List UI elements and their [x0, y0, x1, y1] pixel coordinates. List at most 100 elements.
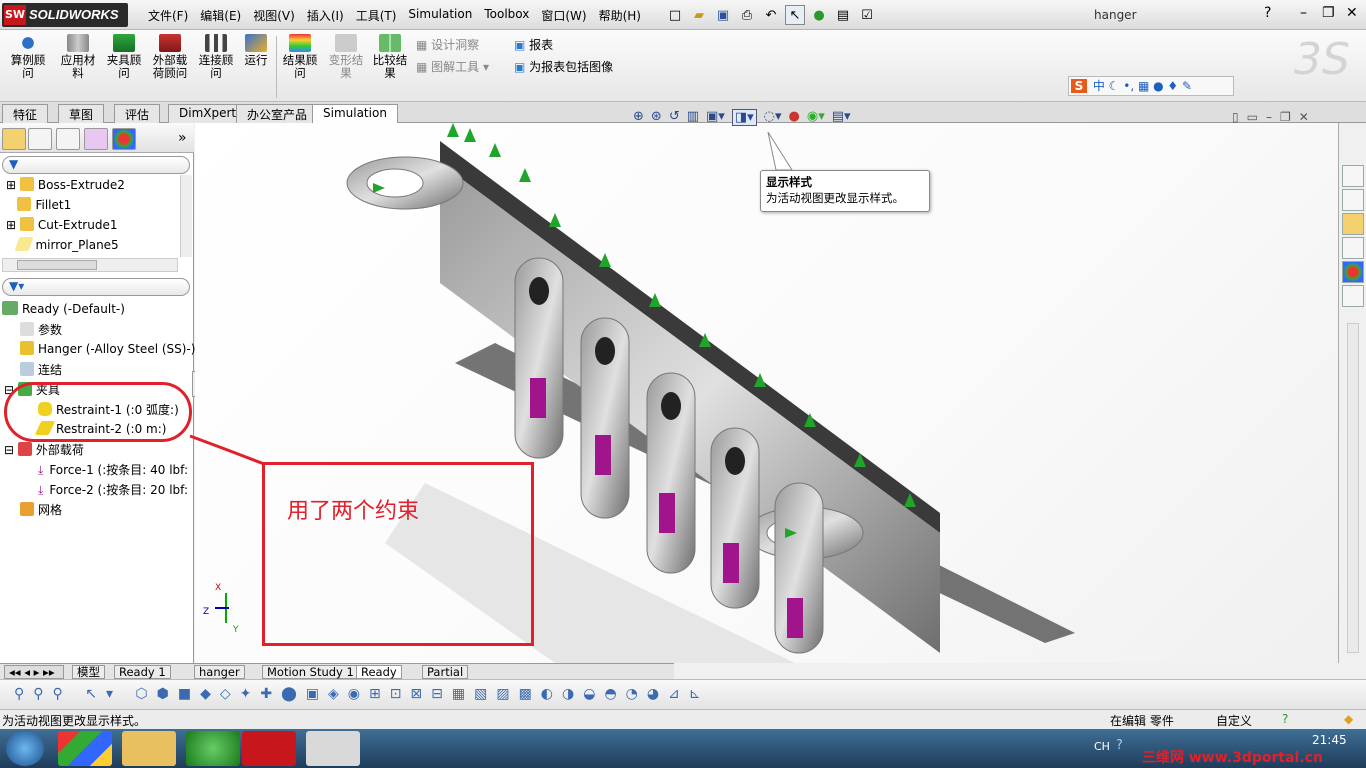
traffic-light-icon[interactable]: ● — [809, 5, 829, 25]
tab-evaluate[interactable]: 评估 — [114, 104, 161, 123]
fixtures-advisor-button[interactable]: 夹具顾 问 — [102, 34, 146, 80]
tree-item-cut-extrude1[interactable]: ⊞ Cut-Extrude1 — [6, 217, 117, 237]
status-custom[interactable]: 自定义 — [1216, 712, 1252, 729]
study-advisor-button[interactable]: 算例顾 问 — [6, 34, 50, 80]
sim-filter-field[interactable]: ▼▾ — [2, 278, 190, 296]
tree-horizontal-scrollbar[interactable] — [2, 258, 178, 272]
print-icon[interactable]: ⎙ — [737, 5, 757, 25]
custom-properties-icon[interactable] — [1342, 285, 1364, 307]
tab-scroll-arrows[interactable]: ◂◂ ◂ ▸ ▸▸ — [4, 665, 64, 679]
browser-icon[interactable] — [186, 731, 240, 766]
config-manager-tab-icon[interactable] — [56, 128, 80, 150]
tab-ready-1[interactable]: Ready 1 — [114, 665, 171, 679]
deformed-result-button[interactable]: 变形结 果 — [324, 34, 368, 80]
study-connections[interactable]: 连结 — [20, 361, 62, 381]
study-external-loads[interactable]: ⊟ 外部载荷 — [4, 441, 84, 461]
display-style-icon[interactable]: ◨▾ — [731, 109, 757, 126]
hide-show-icon[interactable]: ◌▾ — [764, 109, 782, 126]
connections-button[interactable]: 连接顾 问 — [194, 34, 238, 80]
apply-scene-icon[interactable]: ◉▾ — [807, 109, 825, 126]
scroll-thumb[interactable] — [17, 260, 97, 270]
viewport-minimize-icon[interactable]: – — [1266, 110, 1272, 124]
view-orientation-icon[interactable]: ▣▾ — [706, 109, 725, 126]
study-root[interactable]: Ready (-Default-) — [2, 301, 125, 321]
filter-field[interactable]: ▼ — [2, 156, 190, 174]
design-library-icon[interactable] — [1342, 189, 1364, 211]
tab-simulation[interactable]: Simulation — [312, 104, 398, 124]
tree-item-mirror-plane5[interactable]: mirror_Plane5 — [6, 237, 119, 257]
viewport-split2-icon[interactable]: ▭ — [1247, 110, 1258, 124]
tab-motion-study-1[interactable]: Motion Study 1 — [262, 665, 359, 679]
menu-file[interactable]: 文件(F) — [142, 7, 194, 24]
select-arrow-icon[interactable]: ↖ — [785, 5, 805, 25]
explorer-icon[interactable] — [122, 731, 176, 766]
feature-tree-tab-icon[interactable] — [2, 128, 26, 150]
viewport-scrollbar[interactable] — [1347, 323, 1359, 653]
open-folder-icon[interactable]: ▰ — [689, 5, 709, 25]
ime-toolbar[interactable]: S 中 ☾ •, ▦ ● ♦ ✎ — [1068, 76, 1234, 96]
help-icon[interactable]: ? — [1264, 5, 1271, 21]
expand-chevron-icon[interactable]: » — [178, 130, 187, 146]
view-palette-icon[interactable] — [1342, 237, 1364, 259]
simulation-tool-icons[interactable]: ⚲⚲⚲ ↖▾ ⬡⬢■◆◇✦✚⬤▣◈◉⊞⊡⊠⊟▦▧▨▩◐◑◒◓◔◕⊿⊾ — [14, 686, 710, 702]
menu-edit[interactable]: 编辑(E) — [194, 7, 247, 24]
tree-item-fillet1[interactable]: Fillet1 — [6, 197, 71, 217]
include-image-report-button[interactable]: ▣ 为报表包括图像 — [514, 58, 613, 75]
design-insight-button[interactable]: ▦ 设计洞察 — [416, 36, 479, 53]
tree-item-boss-extrude2[interactable]: ⊞ Boss-Extrude2 — [6, 177, 125, 197]
tree-vertical-scrollbar[interactable] — [180, 175, 192, 257]
menu-help[interactable]: 帮助(H) — [593, 7, 647, 24]
menu-toolbox[interactable]: Toolbox — [478, 7, 535, 24]
save-icon[interactable]: ▣ — [713, 5, 733, 25]
menu-insert[interactable]: 插入(I) — [301, 7, 350, 24]
study-part[interactable]: Hanger (-Alloy Steel (SS)-) — [20, 341, 195, 361]
tab-model[interactable]: 模型 — [72, 665, 105, 679]
menu-window[interactable]: 窗口(W) — [535, 7, 592, 24]
tray-help-icon[interactable]: ? — [1116, 738, 1123, 753]
new-document-icon[interactable]: □ — [665, 5, 685, 25]
apply-material-button[interactable]: 应用材 料 — [56, 34, 100, 80]
tab-hanger[interactable]: hanger — [194, 665, 245, 679]
restore-icon[interactable]: ❐ — [1322, 5, 1335, 21]
plot-tools-button[interactable]: ▦ 图解工具 ▾ — [416, 58, 489, 75]
undo-icon[interactable]: ↶ — [761, 5, 781, 25]
previous-view-icon[interactable]: ↺ — [669, 109, 680, 126]
view-settings-icon[interactable]: ▤▾ — [832, 109, 851, 126]
property-manager-tab-icon[interactable] — [28, 128, 52, 150]
tab-office[interactable]: 办公室产品 — [236, 104, 319, 123]
tab-partial[interactable]: Partial — [422, 665, 469, 679]
force-2[interactable]: ⤓ Force-2 (:按条目: 20 lbf: — [38, 481, 188, 501]
file-explorer-icon[interactable] — [1342, 213, 1364, 235]
file-properties-icon[interactable]: ▤ — [833, 5, 853, 25]
menu-view[interactable]: 视图(V) — [247, 7, 301, 24]
status-help-icon[interactable]: ? — [1282, 712, 1288, 726]
media-center-icon[interactable] — [58, 731, 112, 766]
compare-results-button[interactable]: 比较结 果 — [368, 34, 412, 80]
help-taskbar-icon[interactable] — [306, 731, 360, 766]
appearances-icon[interactable] — [1342, 261, 1364, 283]
viewport-split-icon[interactable]: ▯ — [1232, 110, 1239, 124]
minimize-icon[interactable]: – — [1300, 5, 1307, 21]
section-view-icon[interactable]: ▥ — [687, 109, 699, 126]
solidworks-logo[interactable]: SW SOLIDWORKS — [2, 3, 128, 27]
dimxpert-tab-icon[interactable] — [84, 128, 108, 150]
viewport-close-icon[interactable]: ✕ — [1299, 110, 1309, 124]
results-advisor-button[interactable]: 结果顾 问 — [278, 34, 322, 80]
study-params[interactable]: 参数 — [20, 321, 62, 341]
zoom-area-icon[interactable]: ⊛ — [651, 109, 662, 126]
force-1[interactable]: ⤓ Force-1 (:按条目: 40 lbf: — [38, 461, 188, 481]
viewport-restore-icon[interactable]: ❐ — [1280, 110, 1291, 124]
study-mesh[interactable]: 网格 — [20, 501, 62, 521]
language-indicator[interactable]: CH — [1094, 740, 1110, 753]
solidworks-taskbar-icon[interactable] — [242, 731, 296, 766]
run-button[interactable]: 运行 — [240, 34, 272, 67]
options-icon[interactable]: ☑ — [857, 5, 877, 25]
zoom-to-fit-icon[interactable]: ⊕ — [633, 109, 644, 126]
external-loads-button[interactable]: 外部载 荷顾问 — [148, 34, 192, 80]
menu-simulation[interactable]: Simulation — [402, 7, 478, 24]
tab-sketch[interactable]: 草图 — [58, 104, 105, 123]
status-rebuild-icon[interactable]: ◆ — [1344, 712, 1353, 726]
report-button[interactable]: ▣ 报表 — [514, 36, 553, 53]
start-button-icon[interactable] — [6, 731, 44, 766]
edit-appearance-icon[interactable]: ● — [789, 109, 800, 126]
